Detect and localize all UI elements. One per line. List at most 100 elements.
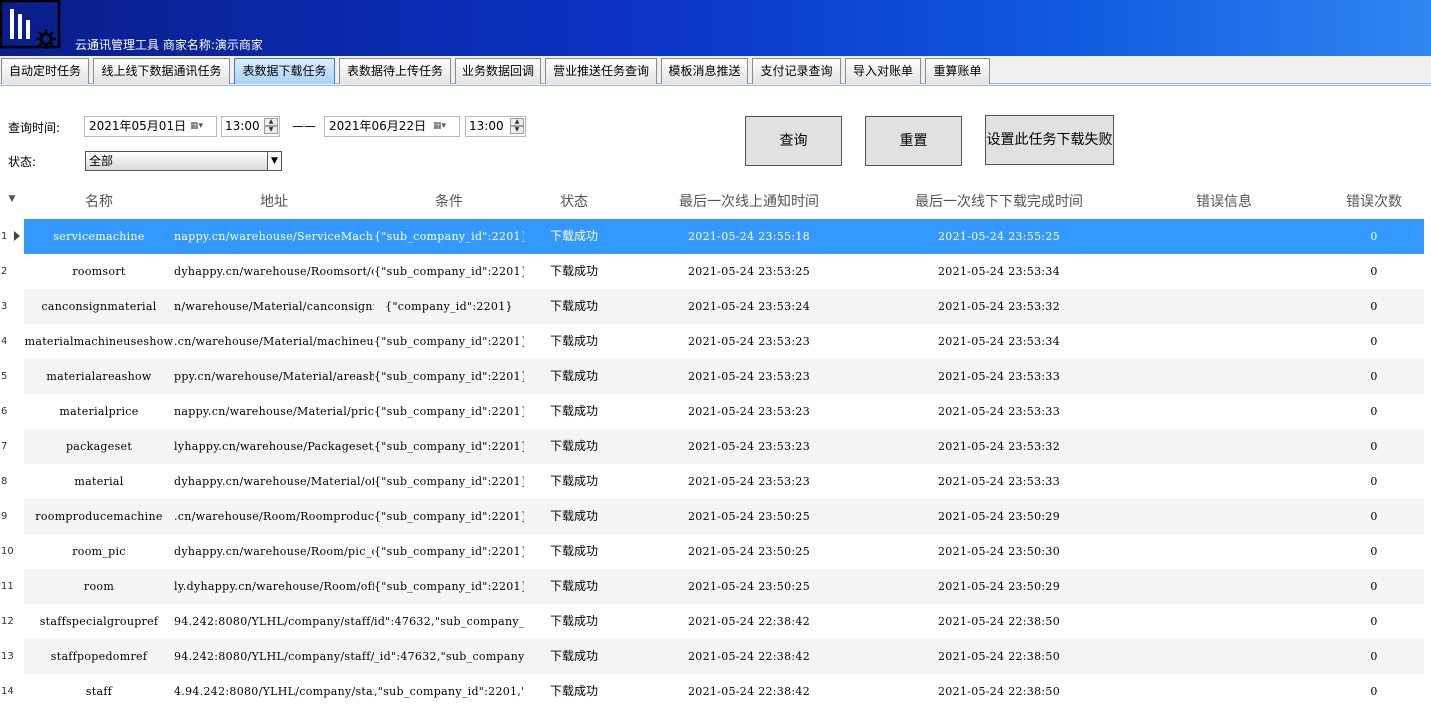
cell-notify-time[interactable]: 2021-05-24 23:53:24: [624, 289, 874, 324]
row-number[interactable]: 8: [0, 464, 24, 499]
start-time-spinner[interactable]: 13:00 ▲ ▼: [221, 116, 280, 137]
spin-down-icon[interactable]: ▼: [264, 126, 278, 134]
cell-error-count[interactable]: 0: [1324, 359, 1424, 394]
cell-status[interactable]: 下载成功: [524, 394, 624, 429]
cell-status[interactable]: 下载成功: [524, 569, 624, 604]
cell-address[interactable]: nappy.cn/warehouse/ServiceMachine/: [174, 219, 374, 254]
table-row[interactable]: 4 materialmachineuseshow .cn/warehouse/Mat…: [0, 324, 1424, 359]
cell-status[interactable]: 下载成功: [524, 639, 624, 674]
cell-error-count[interactable]: 0: [1324, 569, 1424, 604]
table-row[interactable]: 13 staffpopedomref 94.242:8080/YLHL/compan…: [0, 639, 1424, 674]
row-number[interactable]: 7: [0, 429, 24, 464]
table-row[interactable]: 14 staff 4.94.242:8080/YLHL/company/staff/…: [0, 674, 1424, 704]
cell-address[interactable]: 94.242:8080/YLHL/company/staff/q:: [174, 639, 374, 674]
cell-name[interactable]: material: [24, 464, 174, 499]
cell-notify-time[interactable]: 2021-05-24 22:38:42: [624, 639, 874, 674]
tab-table-download-tasks[interactable]: 表数据下载任务: [234, 58, 335, 84]
cell-error-message[interactable]: [1124, 359, 1324, 394]
cell-download-time[interactable]: 2021-05-24 23:50:29: [874, 499, 1124, 534]
cell-condition[interactable]: {"company_id":2201}: [374, 289, 524, 324]
row-number[interactable]: 10: [0, 534, 24, 569]
end-date-picker[interactable]: 2021年06月22日 ▦▾: [324, 116, 460, 137]
cell-address[interactable]: ppy.cn/warehouse/Material/areasho: [174, 359, 374, 394]
cell-download-time[interactable]: 2021-05-24 23:55:25: [874, 219, 1124, 254]
tab-auto-timed-tasks[interactable]: 自动定时任务: [1, 58, 89, 84]
cell-download-time[interactable]: 2021-05-24 22:38:50: [874, 674, 1124, 704]
cell-notify-time[interactable]: 2021-05-24 23:50:25: [624, 569, 874, 604]
cell-status[interactable]: 下载成功: [524, 674, 624, 704]
cell-error-count[interactable]: 0: [1324, 289, 1424, 324]
cell-download-time[interactable]: 2021-05-24 23:53:33: [874, 359, 1124, 394]
cell-error-count[interactable]: 0: [1324, 674, 1424, 704]
cell-status[interactable]: 下载成功: [524, 464, 624, 499]
cell-condition[interactable]: {"sub_company_id":2201}: [374, 394, 524, 429]
mark-download-failed-button[interactable]: 设置此任务下载失败: [985, 115, 1114, 165]
cell-name[interactable]: room: [24, 569, 174, 604]
cell-error-count[interactable]: 0: [1324, 534, 1424, 569]
cell-download-time[interactable]: 2021-05-24 23:50:30: [874, 534, 1124, 569]
cell-name[interactable]: packageset: [24, 429, 174, 464]
spin-down-icon[interactable]: ▼: [510, 126, 524, 134]
tab-online-offline-sync-tasks[interactable]: 线上线下数据通讯任务: [93, 58, 230, 84]
row-number[interactable]: 6: [0, 394, 24, 429]
cell-download-time[interactable]: 2021-05-24 23:50:29: [874, 569, 1124, 604]
cell-name[interactable]: staffspecialgroupref: [24, 604, 174, 639]
cell-address[interactable]: 94.242:8080/YLHL/company/staff/yw:: [174, 604, 374, 639]
cell-error-message[interactable]: [1124, 464, 1324, 499]
cell-error-message[interactable]: [1124, 674, 1324, 704]
cell-name[interactable]: materialmachineuseshow: [24, 324, 174, 359]
cell-condition[interactable]: {"sub_company_id":2201}: [374, 534, 524, 569]
row-number[interactable]: 5: [0, 359, 24, 394]
cell-address[interactable]: dyhappy.cn/warehouse/Roomsort/of:: [174, 254, 374, 289]
row-number[interactable]: 11: [0, 569, 24, 604]
cell-download-time[interactable]: 2021-05-24 23:53:33: [874, 394, 1124, 429]
cell-address[interactable]: dyhappy.cn/warehouse/Room/pic_of:: [174, 534, 374, 569]
calendar-dropdown-icon[interactable]: ▦▾: [433, 120, 455, 133]
column-header-status[interactable]: 状态: [524, 185, 624, 219]
cell-error-message[interactable]: [1124, 254, 1324, 289]
column-header-notify-time[interactable]: 最后一次线上通知时间: [624, 185, 874, 219]
cell-status[interactable]: 下载成功: [524, 429, 624, 464]
spin-buttons[interactable]: ▲ ▼: [264, 118, 278, 135]
cell-error-message[interactable]: [1124, 219, 1324, 254]
cell-notify-time[interactable]: 2021-05-24 23:53:25: [624, 254, 874, 289]
cell-name[interactable]: staff: [24, 674, 174, 704]
cell-condition[interactable]: id":47632,"sub_company_id: [374, 604, 524, 639]
cell-notify-time[interactable]: 2021-05-24 23:53:23: [624, 464, 874, 499]
sort-arrow-icon[interactable]: ▼: [0, 185, 24, 219]
cell-status[interactable]: 下载成功: [524, 604, 624, 639]
cell-download-time[interactable]: 2021-05-24 23:53:32: [874, 289, 1124, 324]
cell-condition[interactable]: _id":47632,"sub_company_: [374, 639, 524, 674]
start-date-picker[interactable]: 2021年05月01日 ▦▾: [84, 116, 217, 137]
spin-up-icon[interactable]: ▲: [264, 118, 278, 126]
tab-template-message-push[interactable]: 模板消息推送: [661, 58, 748, 84]
cell-notify-time[interactable]: 2021-05-24 23:53:23: [624, 394, 874, 429]
cell-status[interactable]: 下载成功: [524, 359, 624, 394]
tab-table-pending-upload[interactable]: 表数据待上传任务: [339, 58, 451, 84]
row-number[interactable]: 4: [0, 324, 24, 359]
row-number[interactable]: 9: [0, 499, 24, 534]
cell-condition[interactable]: {"sub_company_id":2201}: [374, 499, 524, 534]
cell-notify-time[interactable]: 2021-05-24 22:38:42: [624, 604, 874, 639]
cell-download-time[interactable]: 2021-05-24 22:38:50: [874, 604, 1124, 639]
column-header-error-count[interactable]: 错误次数: [1324, 185, 1424, 219]
tab-push-task-query[interactable]: 营业推送任务查询: [545, 58, 657, 84]
cell-download-time[interactable]: 2021-05-24 23:53:33: [874, 464, 1124, 499]
table-row[interactable]: 7 packageset lyhappy.cn/warehouse/Packages…: [0, 429, 1424, 464]
cell-notify-time[interactable]: 2021-05-24 23:53:23: [624, 359, 874, 394]
cell-name[interactable]: roomsort: [24, 254, 174, 289]
cell-condition[interactable]: {"sub_company_id":2201}: [374, 464, 524, 499]
cell-notify-time[interactable]: 2021-05-24 23:53:23: [624, 429, 874, 464]
spin-buttons[interactable]: ▲ ▼: [510, 118, 524, 135]
cell-download-time[interactable]: 2021-05-24 23:53:34: [874, 324, 1124, 359]
table-row[interactable]: 3 canconsignmaterial n/warehouse/Material/…: [0, 289, 1424, 324]
cell-condition[interactable]: {"sub_company_id":2201}: [374, 254, 524, 289]
cell-name[interactable]: materialareashow: [24, 359, 174, 394]
cell-error-count[interactable]: 0: [1324, 464, 1424, 499]
table-row[interactable]: 10 room_pic dyhappy.cn/warehouse/Room/pic_…: [0, 534, 1424, 569]
row-number[interactable]: 14: [0, 674, 24, 704]
cell-error-count[interactable]: 0: [1324, 639, 1424, 674]
cell-name[interactable]: room_pic: [24, 534, 174, 569]
table-row[interactable]: 2 roomsort dyhappy.cn/warehouse/Roomsort/o…: [0, 254, 1424, 289]
cell-status[interactable]: 下载成功: [524, 499, 624, 534]
